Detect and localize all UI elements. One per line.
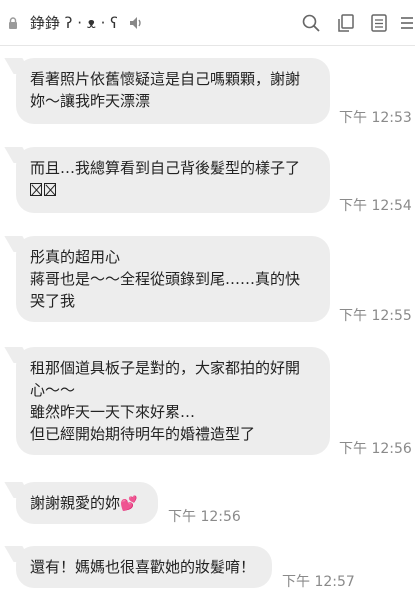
heart-emoji: 💕 bbox=[120, 496, 138, 512]
mute-icon[interactable] bbox=[128, 15, 144, 31]
message-text: 看著照片依舊懷疑這是自己嗎顆顆，謝謝 bbox=[30, 70, 301, 88]
message-text: 雖然昨天一天下來好累… bbox=[30, 403, 196, 421]
message-text: 但已經開始期待明年的婚禮造型了 bbox=[30, 425, 256, 443]
message-text: 租那個道具板子是對的，大家都拍的好開 bbox=[30, 359, 301, 377]
message-timestamp: 下午 12:54 bbox=[339, 198, 412, 214]
message-bubble[interactable]: 看著照片依舊懷疑這是自己嗎顆顆，謝謝 妳～讓我昨天漂漂 bbox=[16, 58, 330, 124]
copy-icon[interactable] bbox=[336, 13, 356, 33]
search-icon[interactable] bbox=[301, 13, 321, 33]
message-text: 哭了我 bbox=[30, 292, 76, 310]
message-text: 妳～讓我昨天漂漂 bbox=[30, 92, 151, 110]
message-text: 心～～ bbox=[30, 381, 76, 399]
message-timestamp: 下午 12:56 bbox=[339, 441, 412, 457]
chat-title: 錚錚 ʔ · ᴥ · ʕ bbox=[30, 14, 118, 32]
message-bubble[interactable]: 而且…我總算看到自己背後髮型的樣子了 bbox=[16, 147, 330, 213]
message-text: 而且…我總算看到自己背後髮型的樣子了 bbox=[30, 159, 301, 177]
message-bubble[interactable]: 租那個道具板子是對的，大家都拍的好開 心～～ 雖然昨天一天下來好累… 但已經開始… bbox=[16, 347, 330, 455]
lock-icon bbox=[9, 17, 17, 29]
message-timestamp: 下午 12:55 bbox=[339, 308, 412, 324]
message-text: 彤真的超用心 bbox=[30, 248, 121, 266]
message-timestamp: 下午 12:53 bbox=[339, 110, 412, 126]
message-text: 蔣哥也是～～全程從頭錄到尾……真的快 bbox=[30, 270, 301, 288]
missing-glyph-icon bbox=[30, 183, 42, 196]
message-bubble[interactable]: 彤真的超用心 蔣哥也是～～全程從頭錄到尾……真的快 哭了我 bbox=[16, 236, 330, 322]
chat-header: 錚錚 ʔ · ᴥ · ʕ bbox=[0, 0, 415, 46]
missing-glyph-icon bbox=[44, 183, 56, 196]
message-bubble[interactable]: 還有！媽媽也很喜歡她的妝髮唷！ bbox=[16, 546, 272, 588]
message-text: 謝謝親愛的妳 bbox=[30, 494, 121, 512]
notes-icon[interactable] bbox=[369, 13, 389, 33]
message-text: 還有！媽媽也很喜歡她的妝髮唷！ bbox=[30, 558, 256, 576]
message-timestamp: 下午 12:56 bbox=[168, 509, 241, 525]
unsupported-emoji-boxes bbox=[30, 179, 316, 201]
message-timestamp: 下午 12:57 bbox=[282, 574, 355, 590]
message-bubble[interactable]: 謝謝親愛的妳💕 bbox=[16, 482, 158, 524]
menu-icon[interactable] bbox=[401, 13, 413, 33]
